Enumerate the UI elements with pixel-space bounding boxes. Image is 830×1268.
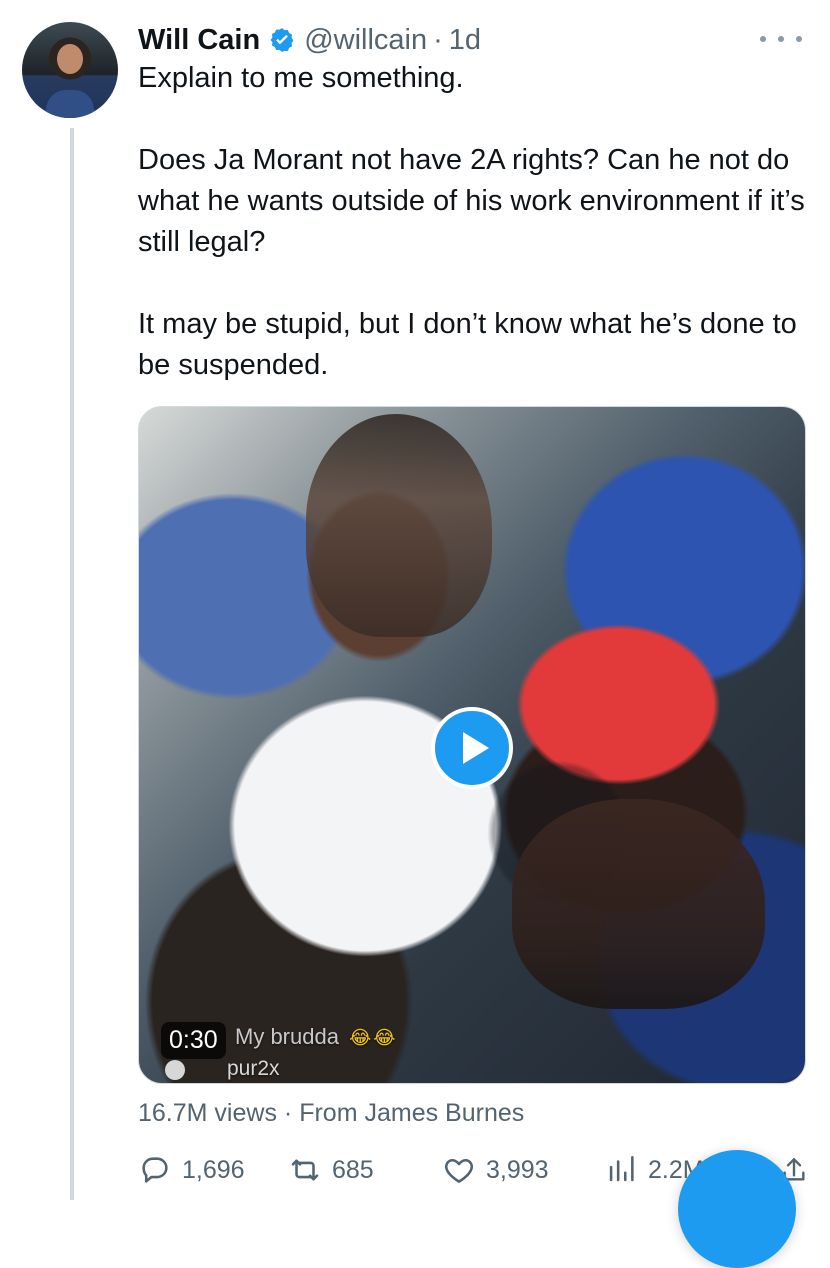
like-count: 3,993: [486, 1155, 549, 1184]
author-name[interactable]: Will Cain: [138, 24, 260, 57]
heart-icon: [444, 1158, 474, 1183]
play-icon: [462, 732, 489, 764]
compose-button[interactable]: [678, 1150, 796, 1268]
author-avatar[interactable]: [22, 22, 118, 118]
header-separator: ·: [433, 23, 443, 56]
retweet-button[interactable]: 685: [288, 1150, 374, 1190]
view-count-text: 16.7M views: [138, 1099, 277, 1127]
video-overlay-caption: My brudda 😂😂: [235, 1023, 397, 1053]
video-duration-badge: 0:30: [161, 1022, 226, 1059]
video-overlay-avatar: [165, 1060, 185, 1080]
avatar-shirt: [46, 90, 94, 118]
more-options-icon[interactable]: [760, 24, 802, 54]
verified-badge-icon[interactable]: [268, 26, 296, 54]
tweet-paragraph-1: Explain to me something.: [138, 62, 464, 94]
avatar-face: [57, 44, 83, 74]
retweet-count: 685: [332, 1155, 374, 1184]
like-button[interactable]: 3,993: [442, 1150, 549, 1190]
meta-separator: ·: [283, 1099, 293, 1127]
reply-button[interactable]: 1,696: [138, 1150, 245, 1190]
views-chart-icon: [609, 1155, 634, 1182]
reply-count: 1,696: [182, 1155, 245, 1184]
laughing-emoji-icons: 😂😂: [349, 1028, 398, 1049]
tweet-paragraph-3: It may be stupid, but I don’t know what …: [138, 308, 797, 381]
thread-line: [70, 128, 74, 1200]
tweet-meta-line: 16.7M views · From James Burnes: [138, 1096, 524, 1130]
tweet-header: Will Cain @willcain · 1d: [138, 20, 481, 60]
author-handle[interactable]: @willcain: [304, 24, 427, 57]
tweet-paragraph-2: Does Ja Morant not have 2A rights? Can h…: [138, 144, 805, 258]
more-dot-3: [796, 36, 802, 42]
reply-icon: [142, 1157, 168, 1183]
more-dot-2: [778, 36, 784, 42]
source-link[interactable]: From James Burnes: [299, 1099, 524, 1127]
retweet-icon: [291, 1159, 319, 1181]
video-overlay-handle: pur2x: [227, 1057, 280, 1080]
more-dot-1: [760, 36, 766, 42]
tweet-text: Explain to me something. Does Ja Morant …: [138, 58, 810, 386]
video-media[interactable]: 0:30 My brudda 😂😂 pur2x: [138, 406, 806, 1084]
video-overlay-caption-text: My brudda: [235, 1024, 339, 1049]
play-button[interactable]: [431, 707, 513, 789]
tweet-time[interactable]: 1d: [449, 24, 481, 57]
